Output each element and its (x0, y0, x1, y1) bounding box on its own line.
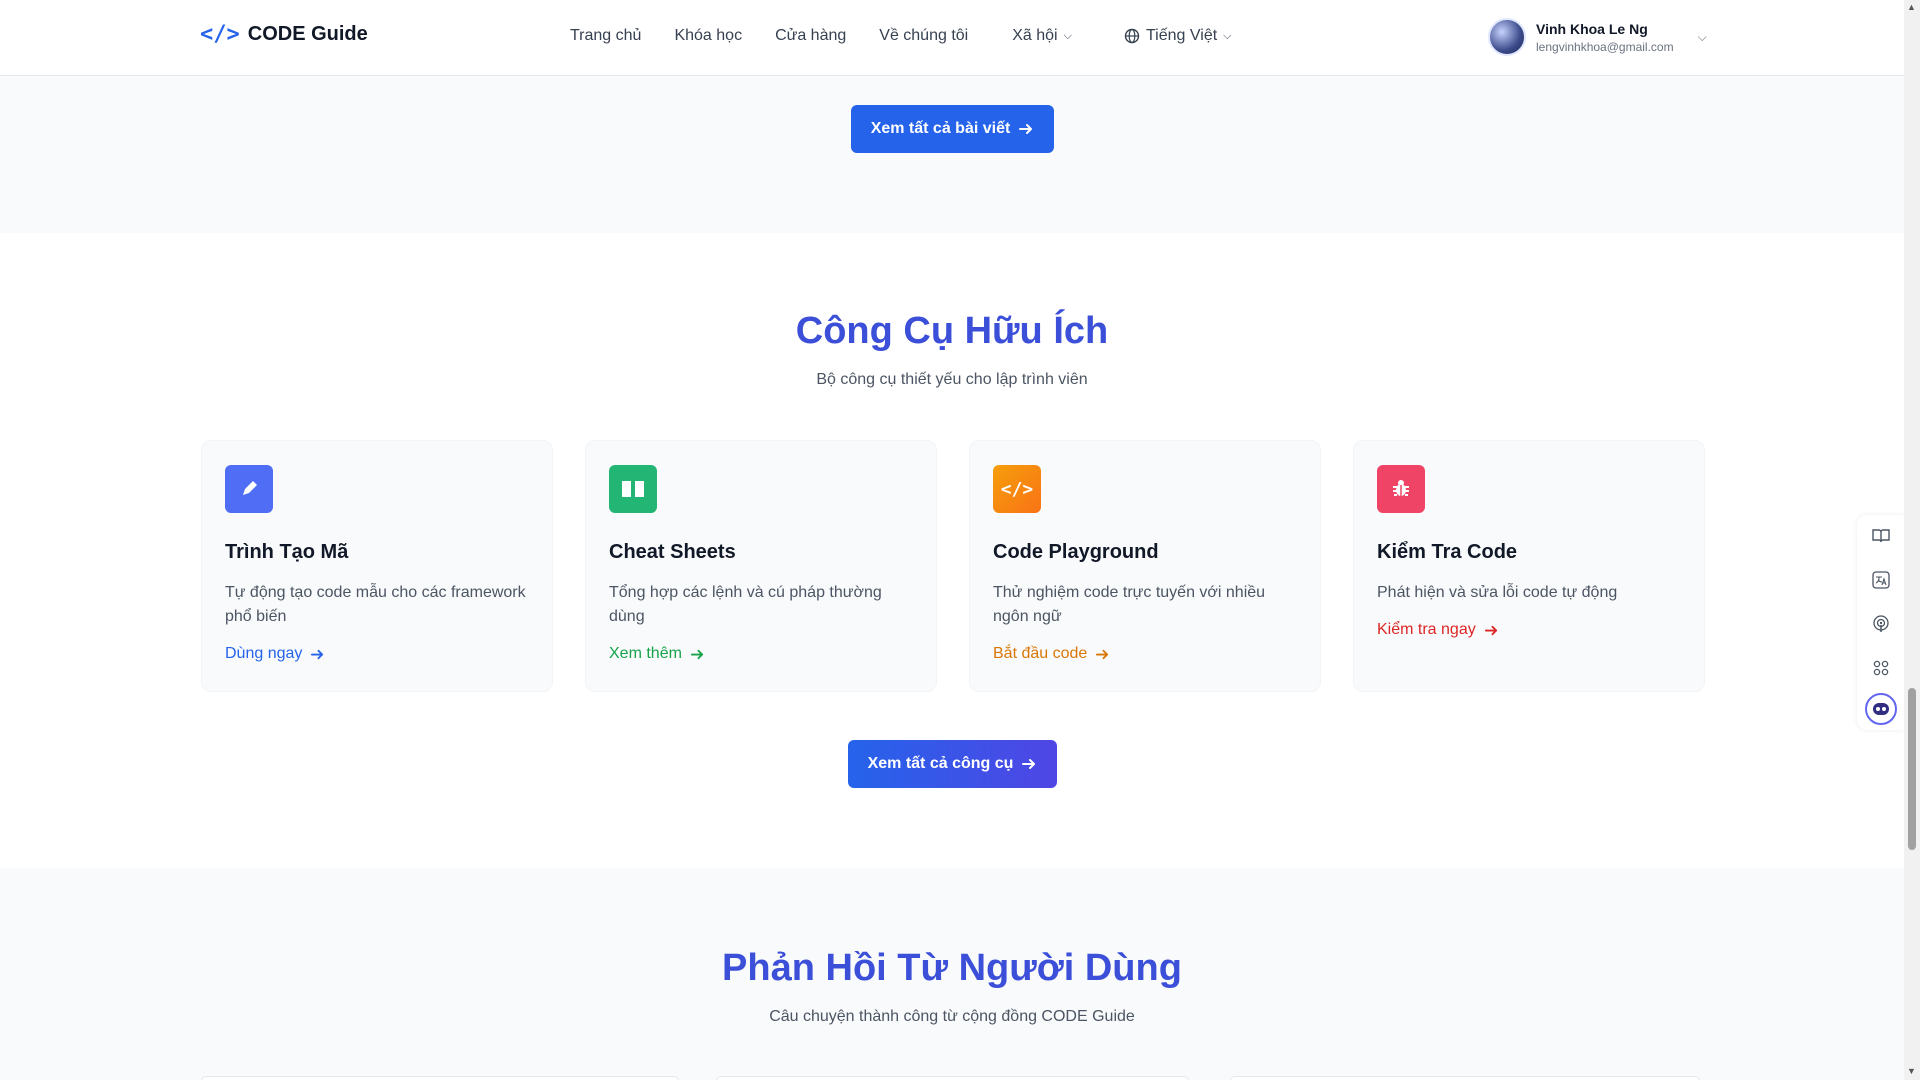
podcast-icon[interactable] (1870, 613, 1892, 635)
testimonial-card (716, 1076, 1189, 1080)
see-more-link[interactable]: Xem thêm (609, 645, 705, 663)
check-now-link[interactable]: Kiểm tra ngay (1377, 621, 1499, 639)
chevron-down-icon: ⌵ (1223, 29, 1232, 42)
translate-icon[interactable] (1870, 569, 1892, 591)
scroll-up-arrow-icon[interactable]: ▲ (1907, 2, 1916, 12)
use-now-link[interactable]: Dùng ngay (225, 645, 325, 663)
code-logo-icon: </> (200, 22, 240, 47)
view-all-tools-button[interactable]: Xem tất cả công cụ (848, 740, 1057, 788)
tool-card-desc: Tự động tạo code mẫu cho các framework p… (225, 584, 526, 625)
view-all-tools-label: Xem tất cả công cụ (867, 755, 1014, 772)
globe-icon (1124, 28, 1140, 44)
start-coding-label: Bắt đầu code (993, 645, 1088, 662)
tool-card-title: Kiểm Tra Code (1377, 541, 1518, 563)
tool-card-code-generator: Trình Tạo Mã Tự động tạo code mẫu cho cá… (201, 440, 553, 692)
logo[interactable]: </> CODE Guide (200, 22, 368, 47)
arrow-right-icon (311, 649, 324, 659)
scroll-down-arrow-icon[interactable]: ▼ (1907, 1066, 1916, 1076)
see-more-label: Xem thêm (609, 645, 682, 662)
arrow-right-icon (690, 649, 704, 659)
tools-section-title: Công Cụ Hữu Ích (795, 310, 1109, 352)
tool-card-title: Trình Tạo Mã (225, 541, 349, 563)
arrow-right-icon (1019, 124, 1033, 134)
start-coding-link[interactable]: Bắt đầu code (993, 645, 1110, 663)
arrow-right-icon (1022, 759, 1036, 769)
scroll-thumb[interactable] (1908, 688, 1916, 850)
chatbot-icon[interactable] (1865, 693, 1897, 725)
apps-icon[interactable] (1870, 657, 1892, 679)
testimonial-card (201, 1076, 679, 1080)
nav-social-label: Xã hội (1012, 27, 1058, 44)
nav-about[interactable]: Về chúng tôi (879, 27, 968, 45)
use-now-label: Dùng ngay (225, 645, 303, 662)
main-nav: Trang chủ Khóa học Cửa hàng Về chúng tôi… (570, 27, 1105, 45)
feedback-section-title: Phản Hồi Từ Người Dùng (722, 947, 1182, 989)
tool-card-code-checker: Kiểm Tra Code Phát hiện và sửa lỗi code … (1353, 440, 1705, 692)
user-name: Vinh Khoa Le Ng (1536, 20, 1648, 37)
tools-section-subtitle: Bộ công cụ thiết yếu cho lập trình viên (816, 371, 1088, 388)
tool-card-title: Cheat Sheets (609, 541, 736, 563)
chevron-down-icon: ⌵ (1697, 29, 1707, 44)
nav-shop[interactable]: Cửa hàng (775, 27, 846, 45)
language-label: Tiếng Việt (1146, 27, 1218, 44)
view-all-posts-label: Xem tất cả bài viết (870, 120, 1011, 137)
page-scrollbar[interactable]: ▲ ▼ (1904, 0, 1920, 1080)
arrow-right-icon (1096, 649, 1109, 659)
user-email: lengvinhkhoa@gmail.com (1536, 39, 1674, 54)
code-icon: </> (993, 465, 1041, 513)
pencil-icon (225, 465, 273, 513)
arrow-right-icon (1484, 625, 1497, 635)
nav-home[interactable]: Trang chủ (570, 27, 641, 45)
posts-section-end (0, 76, 1904, 233)
site-header: </> CODE Guide Trang chủ Khóa học Cửa hà… (0, 0, 1904, 76)
check-now-label: Kiểm tra ngay (1377, 621, 1476, 638)
bug-icon (1377, 465, 1425, 513)
avatar (1488, 18, 1526, 56)
book-icon (609, 465, 657, 513)
tool-card-cheat-sheets: Cheat Sheets Tổng hợp các lệnh và cú phá… (585, 440, 937, 692)
nav-social[interactable]: Xã hội ⌵ (1012, 27, 1072, 45)
tool-card-title: Code Playground (993, 541, 1159, 563)
language-selector[interactable]: Tiếng Việt ⌵ (1124, 27, 1232, 45)
feedback-section-subtitle: Câu chuyện thành công từ cộng đồng CODE … (769, 1008, 1135, 1025)
logo-text: CODE Guide (247, 23, 368, 45)
tool-card-desc: Tổng hợp các lệnh và cú pháp thường dùng (609, 584, 882, 625)
testimonial-card (1230, 1076, 1700, 1080)
book-open-icon[interactable] (1870, 525, 1892, 547)
tool-card-code-playground: </> Code Playground Thử nghiệm code trực… (969, 440, 1321, 692)
floating-toolbar (1857, 515, 1904, 730)
chevron-down-icon: ⌵ (1063, 29, 1072, 42)
tool-card-desc: Thử nghiệm code trực tuyến với nhiều ngô… (993, 584, 1266, 625)
user-menu[interactable]: Vinh Khoa Le Ng lengvinhkhoa@gmail.com ⌵ (1488, 18, 1707, 56)
tool-card-desc: Phát hiện và sửa lỗi code tự động (1377, 584, 1618, 601)
view-all-posts-button[interactable]: Xem tất cả bài viết (851, 105, 1054, 153)
nav-courses[interactable]: Khóa học (674, 27, 742, 45)
